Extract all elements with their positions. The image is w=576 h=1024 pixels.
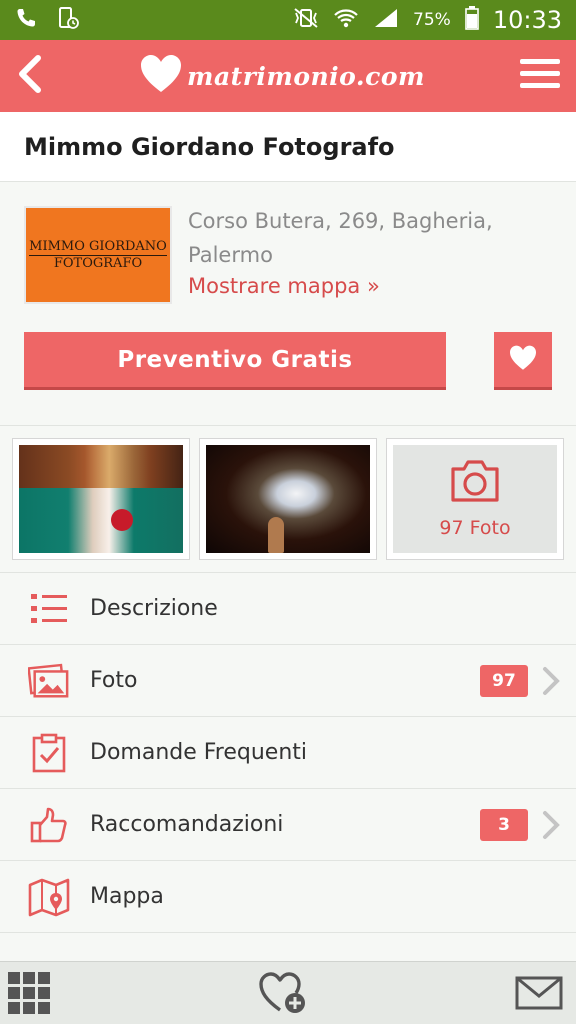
photos-icon (28, 660, 70, 702)
recommendations-count-badge: 3 (480, 808, 528, 841)
brand-logo[interactable]: matrimonio.com (139, 54, 425, 98)
wifi-icon (333, 7, 359, 33)
vendor-info: MIMMO GIORDANO FOTOGRAFO Corso Butera, 2… (0, 182, 576, 426)
thumbs-up-icon (28, 804, 70, 846)
photo-thumbnail[interactable] (12, 438, 190, 560)
clipboard-check-icon (28, 732, 70, 774)
menu-item-foto[interactable]: Foto 97 (0, 645, 576, 717)
heart-icon (508, 345, 538, 375)
menu-item-label: Foto (90, 668, 138, 693)
grid-menu-icon[interactable] (4, 970, 54, 1016)
app-header: matrimonio.com (0, 40, 576, 112)
favorite-button[interactable] (494, 332, 552, 390)
vibrate-mute-icon (293, 7, 319, 33)
photo-thumbnail[interactable] (199, 438, 377, 560)
bottom-navigation (0, 961, 576, 1024)
vendor-logo-line2: FOTOGRAFO (53, 256, 143, 271)
show-map-link[interactable]: Mostrare mappa » (188, 274, 380, 298)
back-arrow-icon[interactable] (16, 54, 44, 98)
chevron-right-icon (540, 664, 562, 698)
page-title: Mimmo Giordano Fotografo (24, 132, 395, 161)
signal-icon (373, 7, 399, 33)
add-favorite-icon[interactable] (258, 970, 308, 1016)
missed-call-icon (56, 6, 80, 34)
all-photos-tile[interactable]: 97 Foto (386, 438, 564, 560)
menu-item-label: Domande Frequenti (90, 740, 308, 765)
heart-logo-icon (139, 54, 183, 98)
map-pin-icon (28, 876, 70, 918)
menu-item-label: Mappa (90, 884, 164, 909)
brand-name: matrimonio.com (187, 61, 425, 91)
hamburger-menu-icon[interactable] (520, 57, 560, 95)
menu-item-raccomandazioni[interactable]: Raccomandazioni 3 (0, 789, 576, 861)
vendor-address: Corso Butera, 269, Bagheria, Palermo (188, 209, 493, 267)
bridesmaids-photo (19, 445, 183, 553)
camera-icon (449, 459, 501, 507)
menu-item-descrizione[interactable]: Descrizione (0, 573, 576, 645)
menu-item-domande-frequenti[interactable]: Domande Frequenti (0, 717, 576, 789)
clock: 10:33 (492, 6, 562, 34)
menu-item-label: Descrizione (90, 596, 218, 621)
photo-count-label: 97 Foto (439, 517, 511, 539)
vendor-logo-line1: MIMMO GIORDANO (29, 239, 167, 256)
photo-count-badge: 97 (480, 664, 528, 697)
status-bar: 75% 10:33 (0, 0, 576, 40)
mail-icon[interactable] (514, 970, 564, 1016)
battery-icon (465, 6, 479, 34)
menu-item-label: Raccomandazioni (90, 812, 284, 837)
menu-item-mappa[interactable]: Mappa (0, 861, 576, 933)
free-quote-button[interactable]: Preventivo Gratis (24, 332, 446, 390)
battery-percent: 75% (413, 10, 451, 30)
title-bar: Mimmo Giordano Fotografo (0, 112, 576, 182)
vendor-logo: MIMMO GIORDANO FOTOGRAFO (24, 206, 172, 304)
window-portrait-photo (206, 445, 370, 553)
list-icon (28, 588, 70, 630)
photo-strip: 97 Foto (0, 426, 576, 573)
chevron-right-icon (540, 808, 562, 842)
phone-icon (14, 6, 38, 34)
